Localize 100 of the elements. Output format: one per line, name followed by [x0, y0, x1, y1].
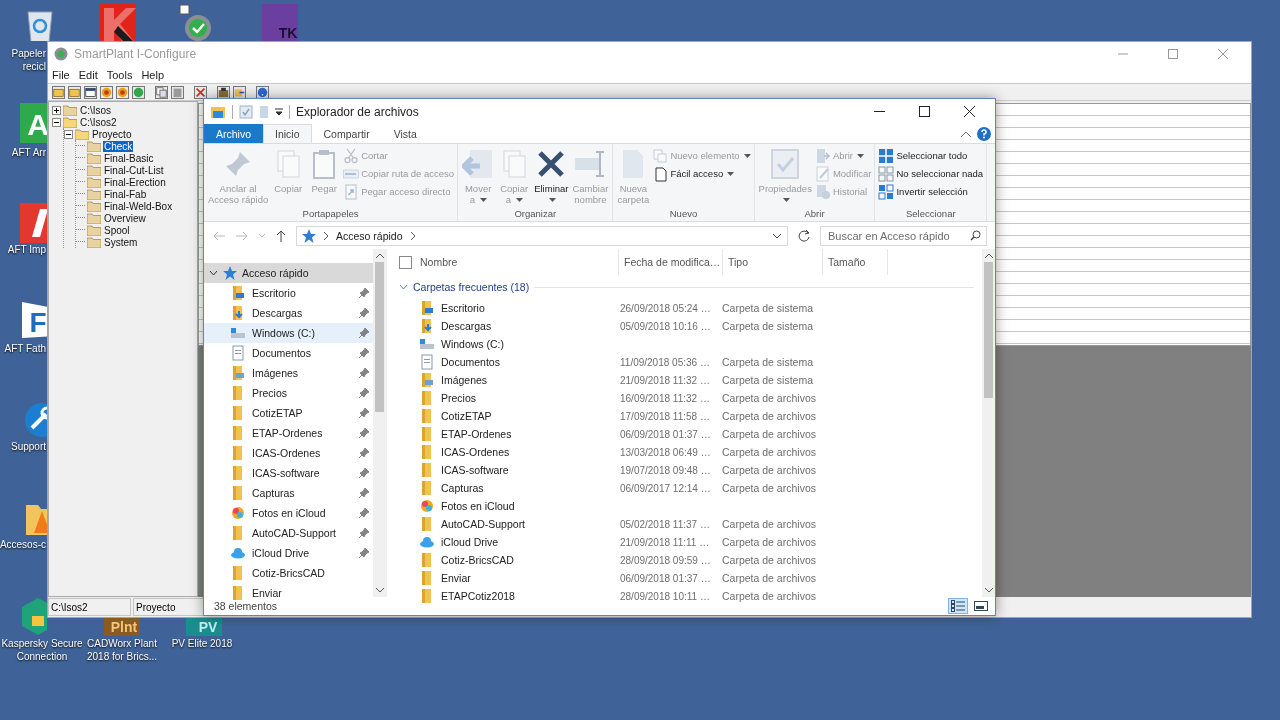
file-name[interactable]: Descargas	[441, 320, 492, 332]
file-name[interactable]: AutoCAD-Support	[441, 518, 526, 530]
ribbon-button[interactable]: Fácil acceso	[651, 165, 752, 182]
nav-item[interactable]: Documentos	[204, 343, 373, 363]
maximize-icon[interactable]	[919, 106, 930, 117]
nav-item[interactable]: AutoCAD-Support	[204, 523, 373, 543]
file-name[interactable]: Precios	[441, 392, 476, 404]
collapse-ribbon-icon[interactable]	[961, 130, 971, 137]
tree-item[interactable]: Final-Basic	[103, 152, 155, 164]
nav-item[interactable]: Imágenes	[204, 363, 373, 383]
ribbon-button[interactable]: Eliminar	[532, 147, 571, 206]
group-header[interactable]: Carpetas frecuentes (18)	[399, 275, 982, 299]
file-name[interactable]: ICAS-Ordenes	[441, 446, 510, 458]
details-view-button[interactable]	[948, 598, 968, 614]
file-name[interactable]: CotizETAP	[441, 410, 492, 422]
folder-icon[interactable]	[52, 85, 65, 99]
ribbon-tab[interactable]: Inicio	[263, 124, 312, 143]
scrollbar[interactable]	[373, 249, 386, 597]
scroll-up-icon[interactable]	[984, 253, 993, 258]
column-header[interactable]: Tipo	[722, 249, 822, 275]
nav-item[interactable]: iCloud Drive	[204, 543, 373, 563]
tree-item[interactable]: Proyecto	[91, 128, 133, 140]
scrollbar[interactable]	[982, 249, 995, 597]
nav-section-header[interactable]: Acceso rápido	[204, 263, 373, 283]
close-icon[interactable]	[964, 106, 975, 117]
column-header[interactable]: Tamaño	[822, 249, 888, 275]
file-name[interactable]: Imágenes	[441, 374, 488, 386]
tree-item[interactable]: Final-Weld-Box	[103, 200, 174, 212]
nav-item[interactable]: Precios	[204, 383, 373, 403]
nav-item[interactable]: Enviar	[204, 583, 373, 603]
tree-item[interactable]: Check	[103, 140, 134, 152]
ribbon-button[interactable]: Invertir selección	[877, 183, 985, 200]
lock-icon[interactable]	[20, 596, 47, 636]
tree-item[interactable]: Spool	[103, 224, 131, 236]
file-name[interactable]: Enviar	[441, 572, 471, 584]
nav-item[interactable]: CotizETAP	[204, 403, 373, 423]
ribbon-button[interactable]: Seleccionar todo	[877, 147, 985, 164]
chevron-icon[interactable]	[209, 270, 218, 276]
menu-item[interactable]: Tools	[106, 68, 133, 81]
chevron-down-icon[interactable]	[772, 232, 782, 239]
tree-item[interactable]: Overview	[103, 212, 147, 224]
file-name[interactable]: Documentos	[441, 356, 500, 368]
nav-item[interactable]: Fotos en iCloud	[204, 503, 373, 523]
gear-icon[interactable]	[178, 4, 214, 41]
file-name[interactable]: ETAPCotiz2018	[441, 590, 515, 602]
search-field[interactable]: Buscar en Acceso rápido	[820, 225, 987, 246]
ribbon-button[interactable]: No seleccionar nada	[877, 165, 985, 182]
export-icon[interactable]	[233, 85, 246, 99]
folder-icon[interactable]	[68, 85, 81, 99]
menu-item[interactable]: Help	[141, 68, 164, 81]
tree-item[interactable]: C:\Isos	[79, 104, 113, 116]
file-name[interactable]: ETAP-Ordenes	[441, 428, 512, 440]
breadcrumb[interactable]: Acceso rápido	[336, 229, 403, 242]
collapse-toggle[interactable]	[52, 117, 61, 127]
nav-item[interactable]: Windows (C:)	[204, 323, 373, 343]
nav-item[interactable]: Cotiz-BricsCAD	[204, 563, 373, 583]
tree-item[interactable]: Final-Erection	[103, 176, 167, 188]
tree-item[interactable]: Final-Cut-List	[103, 164, 165, 176]
help-icon[interactable]	[977, 126, 991, 141]
scroll-down-icon[interactable]	[984, 588, 993, 593]
ribbon-tab[interactable]: Compartir	[311, 124, 382, 143]
file-name[interactable]: ICAS-software	[441, 464, 509, 476]
file-name[interactable]: Escritorio	[441, 302, 485, 314]
chevron-icon[interactable]	[399, 284, 408, 290]
tree-item[interactable]: System	[103, 236, 139, 248]
nav-item[interactable]: ETAP-Ordenes	[204, 423, 373, 443]
help-icon[interactable]	[256, 85, 269, 99]
scroll-up-icon[interactable]	[375, 253, 384, 258]
tree-item[interactable]: Final-Fab	[103, 188, 148, 200]
nav-item[interactable]: Escritorio	[204, 283, 373, 303]
delete-icon[interactable]	[194, 85, 207, 99]
gear-icon[interactable]	[100, 85, 113, 99]
clipboard-icon[interactable]	[171, 85, 184, 99]
window-icon[interactable]	[84, 85, 97, 99]
check-icon[interactable]	[132, 85, 145, 99]
file-name[interactable]: Fotos en iCloud	[441, 500, 515, 512]
nav-item[interactable]: ICAS-Ordenes	[204, 443, 373, 463]
up-arrow-icon[interactable]	[275, 229, 287, 242]
column-header[interactable]: Nombre	[420, 249, 618, 275]
large-icons-view-button[interactable]	[971, 598, 991, 614]
folder-icon[interactable]	[210, 104, 226, 119]
checkbox[interactable]	[399, 255, 412, 269]
nav-item[interactable]: ICAS-software	[204, 463, 373, 483]
nav-item[interactable]: Descargas	[204, 303, 373, 323]
address-bar[interactable]: Acceso rápido	[296, 225, 788, 246]
collapse-toggle[interactable]	[64, 129, 73, 139]
nav-item[interactable]: Capturas	[204, 483, 373, 503]
expand-toggle[interactable]	[52, 105, 61, 115]
ribbon-tab[interactable]: Archivo	[204, 124, 263, 143]
menu-item[interactable]: Edit	[78, 68, 98, 81]
menu-item[interactable]: File	[52, 68, 70, 81]
file-name[interactable]: Capturas	[441, 482, 484, 494]
dropdown-icon[interactable]	[275, 107, 283, 116]
scroll-down-icon[interactable]	[375, 588, 384, 593]
refresh-icon[interactable]	[797, 228, 811, 243]
tree-item[interactable]: C:\Isos2	[79, 116, 118, 128]
copy-icon[interactable]	[155, 85, 168, 99]
file-name[interactable]: Windows (C:)	[441, 338, 504, 350]
column-header[interactable]: Fecha de modifica…	[618, 249, 722, 275]
properties-icon[interactable]	[239, 104, 253, 119]
